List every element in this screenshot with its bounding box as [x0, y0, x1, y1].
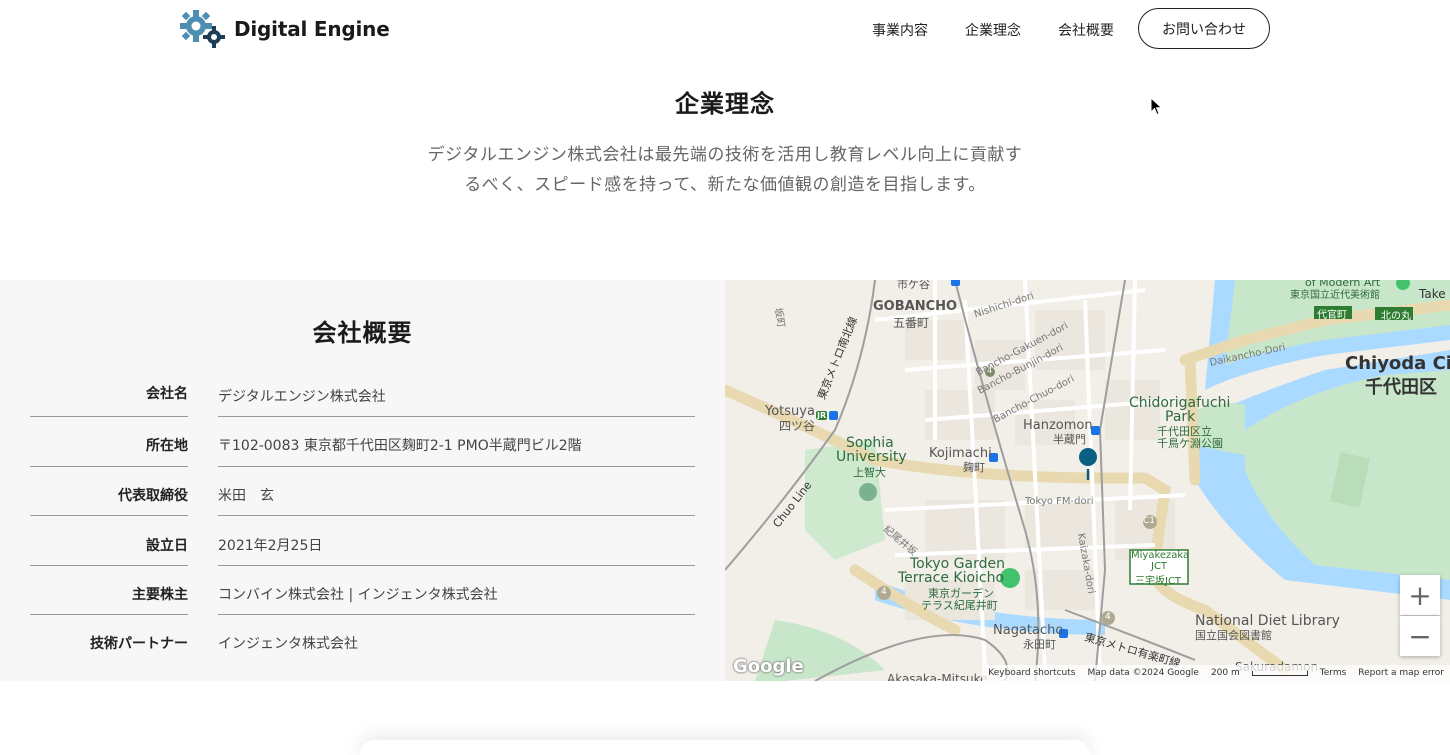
map-label: 五番町 — [893, 316, 930, 330]
map-label: テラス紀尾井町 — [921, 599, 998, 612]
scale-bar — [1251, 670, 1308, 676]
philosophy-text: デジタルエンジン株式会社は最先端の技術を活用し教育レベル向上に貢献す るべく、ス… — [415, 140, 1035, 200]
nav-company-overview[interactable]: 会社概要 — [1058, 20, 1114, 40]
row-value: デジタルエンジン株式会社 — [218, 389, 386, 405]
overview-title: 会社概要 — [312, 319, 413, 347]
overview-row: 設立日 2021年2月25日 — [0, 535, 725, 585]
keyboard-shortcuts-link[interactable]: Keyboard shortcuts — [988, 668, 1075, 678]
terms-link[interactable]: Terms — [1320, 668, 1347, 678]
site-header: Digital Engine 事業内容 企業理念 会社概要 お問い合わせ — [0, 0, 1450, 60]
embedded-map[interactable]: GOBANCHO 五番町 Yotsuya 四ツ谷 Sophia Universi… — [725, 280, 1450, 681]
zoom-in-button[interactable]: + — [1400, 575, 1440, 615]
map-canvas[interactable] — [725, 280, 1450, 681]
row-divider — [218, 565, 695, 566]
overview-row: 会社名 デジタルエンジン株式会社 — [0, 383, 725, 433]
row-label: 会社名 — [146, 386, 188, 402]
scale-label[interactable]: 200 m — [1211, 668, 1240, 678]
map-label: 国立国会図書館 — [1195, 629, 1272, 642]
next-section-card-edge — [360, 740, 1090, 755]
map-label: 上智大 — [853, 466, 886, 479]
map-label: Terrace Kioicho — [898, 570, 1005, 586]
row-divider — [218, 466, 695, 467]
map-attribution-bar: Keyboard shortcuts Map data ©2024 Google… — [982, 665, 1450, 681]
route-shield-label: 4 — [1105, 612, 1111, 622]
map-label: 千鳥ケ淵公園 — [1157, 437, 1223, 450]
nav-business[interactable]: 事業内容 — [872, 20, 928, 40]
company-overview-panel: 会社概要 会社名 デジタルエンジン株式会社 所在地 〒102-0083 東京都千… — [0, 280, 725, 681]
row-divider — [30, 565, 188, 566]
zoom-out-button[interactable]: − — [1400, 616, 1440, 656]
map-label: 代官町 — [1317, 310, 1347, 321]
row-divider — [218, 416, 695, 417]
row-value: 米田 玄 — [218, 488, 274, 504]
row-label: 設立日 — [146, 538, 188, 554]
row-label: 代表取締役 — [118, 488, 188, 504]
map-label: Chiyoda City — [1345, 353, 1450, 374]
map-label: GOBANCHO — [873, 299, 958, 314]
philosophy-line-1: デジタルエンジン株式会社は最先端の技術を活用し教育レベル向上に貢献す — [427, 145, 1023, 165]
overview-row: 主要株主 コンバイン株式会社 | インジェンタ株式会社 — [0, 584, 725, 634]
row-label: 主要株主 — [132, 587, 188, 603]
route-shield-label: C1 — [1143, 516, 1156, 526]
brand-logo[interactable]: Digital Engine — [180, 10, 390, 48]
row-label: 技術パートナー — [90, 636, 188, 652]
row-label: 所在地 — [146, 438, 188, 454]
map-label: Miyakezaka — [1131, 550, 1190, 561]
philosophy-title: 企業理念 — [675, 90, 775, 118]
brand-name: Digital Engine — [234, 17, 390, 41]
row-value: コンバイン株式会社 | インジェンタ株式会社 — [218, 587, 498, 603]
map-label: JCT — [1151, 561, 1168, 572]
map-label: 市ケ谷 — [897, 280, 930, 291]
map-label: 坂町 — [771, 307, 787, 329]
map-label: 東京国立近代美術館 — [1290, 290, 1380, 301]
row-value: 〒102-0083 東京都千代田区麹町2-1 PMO半蔵門ビル2階 — [218, 438, 582, 454]
map-label: 半蔵門 — [1053, 433, 1086, 446]
route-shield-label: 4 — [987, 366, 993, 375]
row-divider — [218, 515, 695, 516]
google-logo[interactable]: Google — [733, 656, 804, 677]
map-label: Take — [1419, 287, 1446, 301]
row-divider — [30, 515, 188, 516]
gear-icon — [180, 10, 225, 48]
map-label: JR — [817, 411, 827, 420]
map-label: 永田町 — [1023, 638, 1056, 651]
map-label: 千代田区 — [1365, 377, 1437, 398]
overview-row: 代表取締役 米田 玄 — [0, 485, 725, 535]
map-label: 三宅坂JCT — [1135, 576, 1182, 587]
row-divider — [218, 614, 695, 615]
map-label: 北の丸 — [1381, 311, 1411, 322]
map-label: University — [836, 449, 907, 465]
contact-button[interactable]: お問い合わせ — [1138, 8, 1270, 49]
row-divider — [30, 466, 188, 467]
route-shield-label: 4 — [881, 587, 887, 597]
row-value: 2021年2月25日 — [218, 538, 323, 554]
report-error-link[interactable]: Report a map error — [1358, 668, 1444, 678]
map-data-text: Map data ©2024 Google — [1087, 668, 1199, 678]
map-label: 麹町 — [963, 461, 985, 474]
overview-row: 所在地 〒102-0083 東京都千代田区麹町2-1 PMO半蔵門ビル2階 — [0, 435, 725, 485]
map-label: 四ツ谷 — [779, 419, 816, 433]
row-divider — [30, 416, 188, 417]
overview-row: 技術パートナー インジェンタ株式会社 — [0, 633, 725, 683]
nav-philosophy[interactable]: 企業理念 — [965, 20, 1021, 40]
map-label: Tokyo FM-dori — [1025, 496, 1094, 507]
row-value: インジェンタ株式会社 — [218, 636, 358, 652]
map-label: Akasaka-Mitsuke — [887, 672, 988, 681]
philosophy-line-2: るべく、スピード感を持って、新たな価値観の創造を目指します。 — [464, 175, 986, 195]
row-divider — [30, 614, 188, 615]
